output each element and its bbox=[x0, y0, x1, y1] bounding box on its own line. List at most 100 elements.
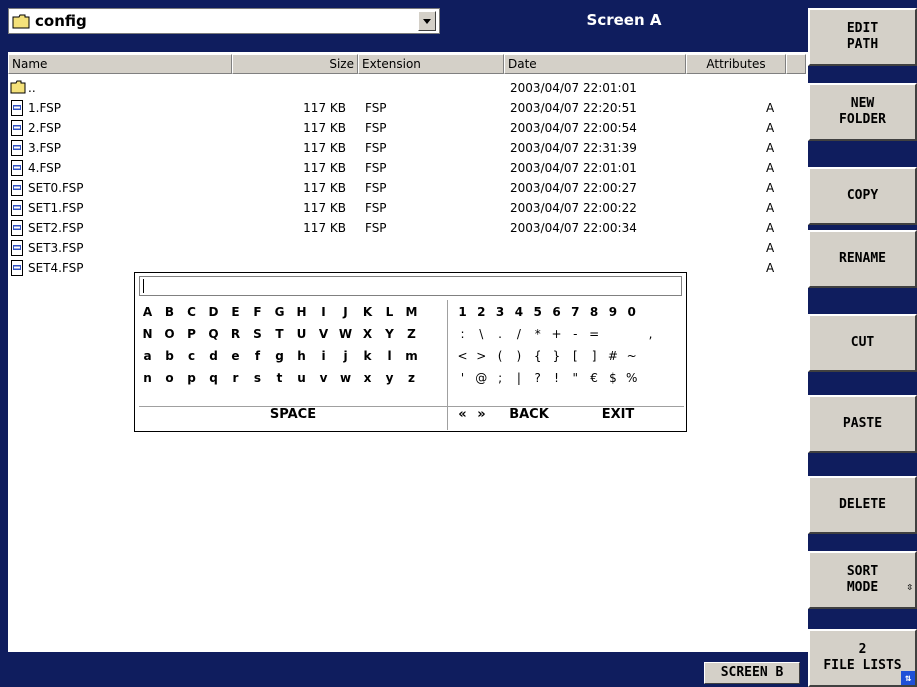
key-A[interactable]: A bbox=[139, 302, 156, 323]
exit-key[interactable]: EXIT bbox=[575, 404, 661, 426]
key-f[interactable]: f bbox=[249, 346, 266, 367]
key-O[interactable]: O bbox=[161, 324, 178, 345]
key-symbol[interactable]: 5 bbox=[529, 302, 546, 323]
key-q[interactable]: q bbox=[205, 368, 222, 389]
key-x[interactable]: x bbox=[359, 368, 376, 389]
key-r[interactable]: r bbox=[227, 368, 244, 389]
key-M[interactable]: M bbox=[403, 302, 420, 323]
table-row[interactable]: SET0.FSP 117 KB FSP 2003/04/07 22:00:27 A bbox=[8, 178, 798, 198]
key-blank[interactable] bbox=[604, 324, 621, 345]
key-symbol[interactable]: \ bbox=[473, 324, 490, 345]
key-P[interactable]: P bbox=[183, 324, 200, 345]
key-K[interactable]: K bbox=[359, 302, 376, 323]
key-symbol[interactable]: ! bbox=[548, 368, 565, 389]
key-symbol[interactable]: ' bbox=[454, 368, 471, 389]
key-blank[interactable] bbox=[642, 368, 659, 389]
key-N[interactable]: N bbox=[139, 324, 156, 345]
key-s[interactable]: s bbox=[249, 368, 266, 389]
key-y[interactable]: y bbox=[381, 368, 398, 389]
key-symbol[interactable]: @ bbox=[473, 368, 490, 389]
key-D[interactable]: D bbox=[205, 302, 222, 323]
key-S[interactable]: S bbox=[249, 324, 266, 345]
key-z[interactable]: z bbox=[403, 368, 420, 389]
key-blank[interactable] bbox=[661, 346, 678, 367]
key-symbol[interactable]: . bbox=[492, 324, 509, 345]
key-i[interactable]: i bbox=[315, 346, 332, 367]
key-d[interactable]: d bbox=[205, 346, 222, 367]
key-symbol[interactable]: 2 bbox=[473, 302, 490, 323]
key-symbol[interactable]: ; bbox=[492, 368, 509, 389]
delete-button[interactable]: DELETE bbox=[808, 476, 917, 534]
key-t[interactable]: t bbox=[271, 368, 288, 389]
key-T[interactable]: T bbox=[271, 324, 288, 345]
paste-button[interactable]: PASTE bbox=[808, 395, 917, 453]
key-H[interactable]: H bbox=[293, 302, 310, 323]
table-row[interactable]: 2.FSP 117 KB FSP 2003/04/07 22:00:54 A bbox=[8, 118, 798, 138]
key-F[interactable]: F bbox=[249, 302, 266, 323]
key-blank[interactable] bbox=[642, 346, 659, 367]
two-file-lists-button[interactable]: 2 FILE LISTS ⇅ bbox=[808, 629, 917, 687]
table-row[interactable]: SET2.FSP 117 KB FSP 2003/04/07 22:00:34 A bbox=[8, 218, 798, 238]
key-Y[interactable]: Y bbox=[381, 324, 398, 345]
key-U[interactable]: U bbox=[293, 324, 310, 345]
key-G[interactable]: G bbox=[271, 302, 288, 323]
key-symbol[interactable]: 0 bbox=[623, 302, 640, 323]
key-X[interactable]: X bbox=[359, 324, 376, 345]
key-symbol[interactable]: 7 bbox=[567, 302, 584, 323]
key-symbol[interactable]: : bbox=[454, 324, 471, 345]
key-symbol[interactable]: [ bbox=[567, 346, 584, 367]
back-key[interactable]: BACK bbox=[495, 404, 563, 426]
column-header-size[interactable]: Size bbox=[232, 54, 358, 74]
table-row[interactable]: .. 2003/04/07 22:01:01 bbox=[8, 78, 798, 98]
on-screen-keyboard[interactable]: ABCDEFGHIJKLM NOPQRSTUVWXYZabcdefghijklm n… bbox=[134, 272, 687, 432]
key-v[interactable]: v bbox=[315, 368, 332, 389]
key-symbol[interactable]: > bbox=[473, 346, 490, 367]
key-symbol[interactable]: + bbox=[548, 324, 565, 345]
path-dropdown[interactable]: config bbox=[8, 8, 440, 34]
key-symbol[interactable]: ] bbox=[586, 346, 603, 367]
key-symbol[interactable]: ( bbox=[492, 346, 509, 367]
key-blank[interactable] bbox=[661, 302, 678, 323]
key-symbol[interactable]: } bbox=[548, 346, 565, 367]
space-key[interactable]: SPACE bbox=[139, 404, 447, 426]
column-header-attributes[interactable]: Attributes bbox=[686, 54, 786, 74]
key-symbol[interactable]: 1 bbox=[454, 302, 471, 323]
key-E[interactable]: E bbox=[227, 302, 244, 323]
key-symbol[interactable]: ) bbox=[510, 346, 527, 367]
chevron-down-icon[interactable] bbox=[418, 11, 436, 31]
key-symbol[interactable]: ~ bbox=[623, 346, 640, 367]
key-blank[interactable] bbox=[623, 324, 640, 345]
cursor-right-key[interactable]: » bbox=[473, 404, 490, 426]
key-Z[interactable]: Z bbox=[403, 324, 420, 345]
key-a[interactable]: a bbox=[139, 346, 156, 367]
key-symbol[interactable]: € bbox=[586, 368, 603, 389]
key-blank[interactable] bbox=[642, 302, 659, 323]
keyboard-input-field[interactable] bbox=[139, 276, 682, 296]
key-I[interactable]: I bbox=[315, 302, 332, 323]
key-symbol[interactable]: 9 bbox=[604, 302, 621, 323]
cursor-left-key[interactable]: « bbox=[454, 404, 471, 426]
key-symbol[interactable]: < bbox=[454, 346, 471, 367]
column-header-date[interactable]: Date bbox=[504, 54, 686, 74]
key-C[interactable]: C bbox=[183, 302, 200, 323]
key-p[interactable]: p bbox=[183, 368, 200, 389]
key-symbol[interactable]: = bbox=[586, 324, 603, 345]
key-symbol[interactable]: 4 bbox=[510, 302, 527, 323]
table-row[interactable]: 1.FSP 117 KB FSP 2003/04/07 22:20:51 A bbox=[8, 98, 798, 118]
key-symbol[interactable]: { bbox=[529, 346, 546, 367]
key-n[interactable]: n bbox=[139, 368, 156, 389]
key-L[interactable]: L bbox=[381, 302, 398, 323]
edit-path-button[interactable]: EDIT PATH bbox=[808, 8, 917, 66]
key-e[interactable]: e bbox=[227, 346, 244, 367]
key-m[interactable]: m bbox=[403, 346, 420, 367]
key-symbol[interactable]: $ bbox=[604, 368, 621, 389]
screen-b-button[interactable]: SCREEN B bbox=[704, 662, 800, 684]
key-b[interactable]: b bbox=[161, 346, 178, 367]
key-o[interactable]: o bbox=[161, 368, 178, 389]
column-header-name[interactable]: Name bbox=[8, 54, 232, 74]
key-symbol[interactable]: | bbox=[510, 368, 527, 389]
key-J[interactable]: J bbox=[337, 302, 354, 323]
column-header-extension[interactable]: Extension bbox=[358, 54, 504, 74]
key-symbol[interactable]: - bbox=[567, 324, 584, 345]
key-l[interactable]: l bbox=[381, 346, 398, 367]
